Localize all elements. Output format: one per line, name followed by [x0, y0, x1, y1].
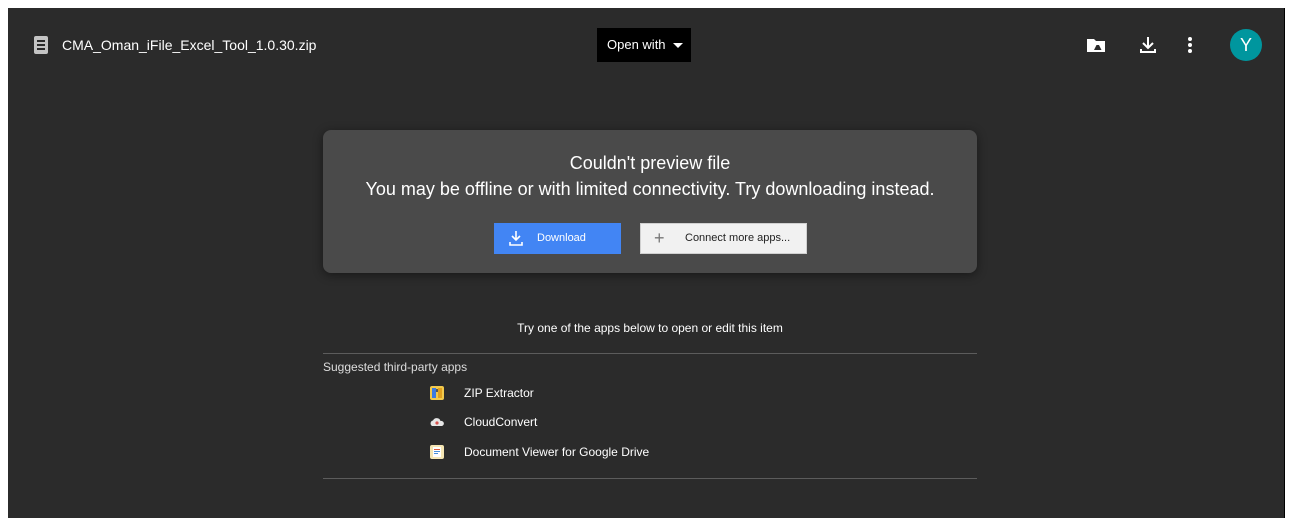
error-message: You may be offline or with limited conne… — [365, 179, 935, 199]
download-label: Download — [537, 232, 586, 244]
download-file-button[interactable]: Download — [494, 223, 621, 254]
more-options-button[interactable] — [1178, 32, 1202, 58]
suggested-apps-heading: Suggested third-party apps — [323, 360, 468, 374]
open-with-button[interactable]: Open with — [597, 28, 691, 62]
download-button[interactable] — [1136, 32, 1160, 58]
app-name: ZIP Extractor — [464, 386, 534, 400]
caret-down-icon — [673, 43, 683, 48]
cloudconvert-icon — [430, 415, 444, 429]
divider — [323, 353, 977, 354]
download-icon — [1140, 37, 1156, 53]
file-name: CMA_Oman_iFile_Excel_Tool_1.0.30.zip — [62, 37, 317, 53]
add-to-drive-icon — [1087, 39, 1105, 52]
connect-label: Connect more apps... — [685, 232, 791, 244]
apps-prompt: Try one of the apps below to open or edi… — [517, 321, 783, 335]
window-edge — [1284, 8, 1285, 518]
archive-file-icon — [34, 36, 48, 54]
zip-extractor-icon — [430, 386, 444, 400]
more-vert-icon — [1188, 37, 1192, 53]
open-with-label: Open with — [607, 37, 666, 52]
download-arrow-icon — [509, 231, 523, 246]
file-preview-viewer: CMA_Oman_iFile_Excel_Tool_1.0.30.zip Ope… — [8, 8, 1284, 518]
connect-more-apps-button[interactable]: + Connect more apps... — [640, 223, 807, 254]
add-to-drive-button[interactable] — [1084, 32, 1108, 58]
divider — [323, 478, 977, 479]
error-title: Couldn't preview file — [569, 153, 731, 173]
app-name: Document Viewer for Google Drive — [464, 445, 650, 459]
preview-error-card: Couldn't preview file You may be offline… — [323, 130, 977, 273]
plus-icon: + — [654, 228, 665, 248]
app-name: CloudConvert — [464, 415, 538, 429]
account-avatar[interactable]: Y — [1230, 29, 1262, 61]
document-viewer-icon — [430, 445, 444, 459]
